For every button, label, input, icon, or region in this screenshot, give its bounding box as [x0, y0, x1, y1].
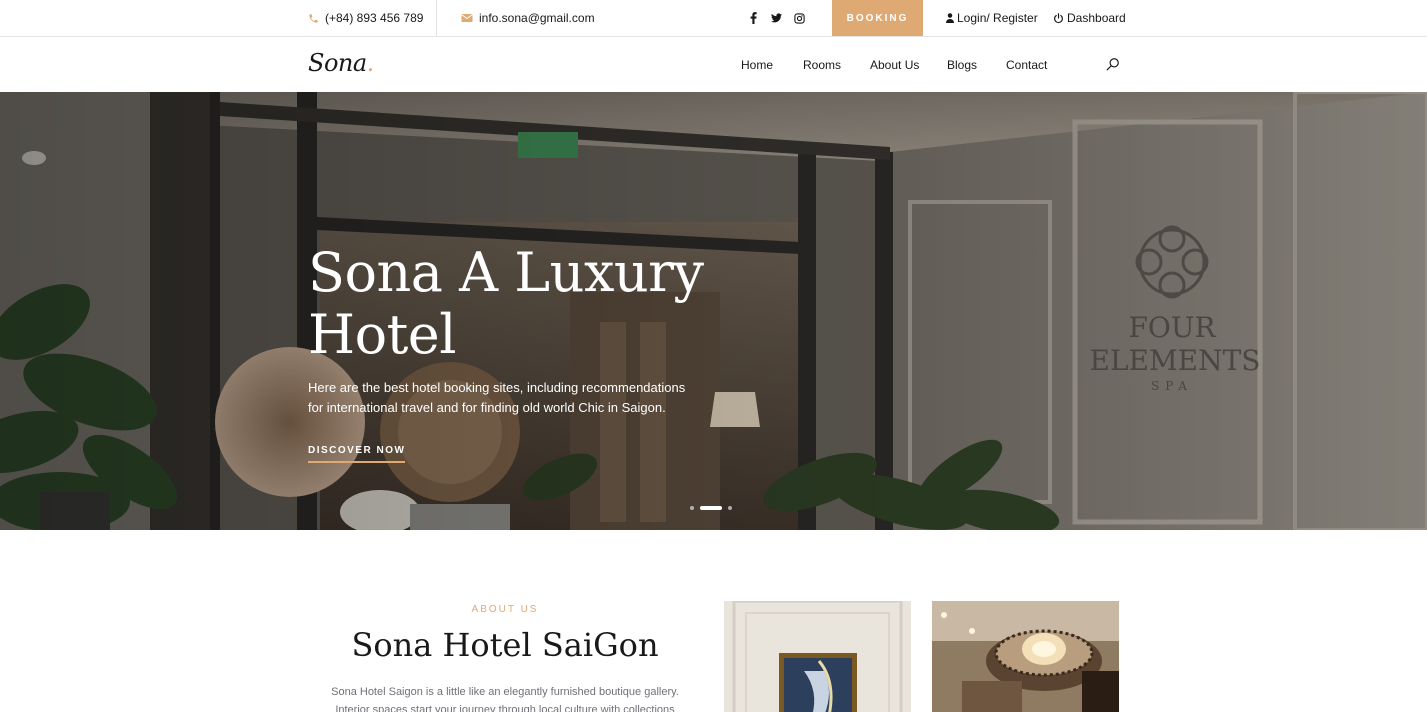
- hero-description: Here are the best hotel booking sites, i…: [308, 380, 686, 415]
- twitter-icon[interactable]: [771, 11, 782, 25]
- nav-contact[interactable]: Contact: [1006, 58, 1047, 72]
- phone-number: (+84) 893 456 789: [325, 11, 424, 25]
- dashboard-label: Dashboard: [1067, 11, 1126, 25]
- about-section: ABOUT US Sona Hotel SaiGon Sona Hotel Sa…: [0, 530, 1427, 712]
- about-label: ABOUT US: [471, 604, 539, 615]
- nav-about-us[interactable]: About Us: [870, 58, 919, 72]
- about-image-gallery: [724, 601, 911, 712]
- user-icon: [946, 13, 954, 23]
- about-title: Sona Hotel SaiGon: [351, 626, 659, 664]
- slider-dot[interactable]: [690, 506, 694, 510]
- hero-slider: FOUR ELEMENTS SPA Sona A Luxury Hotel He…: [0, 92, 1427, 530]
- slider-dot[interactable]: [728, 506, 732, 510]
- power-icon: [1053, 12, 1064, 24]
- instagram-icon[interactable]: [794, 11, 805, 25]
- login-register-link[interactable]: Login/ Register: [946, 0, 1038, 36]
- social-links: [748, 0, 805, 36]
- discover-now-button[interactable]: DISCOVER NOW: [308, 445, 406, 463]
- contact-phone[interactable]: (+84) 893 456 789: [308, 0, 423, 36]
- top-bar: (+84) 893 456 789 info.sona@gmail.com BO…: [0, 0, 1427, 37]
- main-navbar: Sona. Home Rooms About Us Blogs Contact: [0, 37, 1427, 92]
- email-address: info.sona@gmail.com: [479, 11, 595, 25]
- envelope-icon: [461, 13, 473, 23]
- site-logo[interactable]: Sona.: [308, 49, 374, 77]
- nav-home[interactable]: Home: [741, 58, 773, 72]
- logo-text: Sona: [308, 49, 367, 77]
- topbar-divider: [436, 0, 437, 36]
- phone-icon: [308, 13, 319, 24]
- sign-spa: SPA: [1151, 379, 1193, 393]
- slider-dot[interactable]: [700, 506, 722, 510]
- contact-email[interactable]: info.sona@gmail.com: [461, 0, 595, 36]
- nav-blogs[interactable]: Blogs: [947, 58, 977, 72]
- booking-button[interactable]: BOOKING: [832, 0, 923, 36]
- facebook-icon[interactable]: [748, 11, 759, 25]
- search-icon[interactable]: [1106, 57, 1120, 71]
- hero-title: Sona A Luxury Hotel: [308, 241, 704, 366]
- logo-dot: .: [366, 49, 375, 77]
- slider-dots: [690, 506, 732, 510]
- sign-four: FOUR: [1128, 311, 1216, 344]
- dashboard-link[interactable]: Dashboard: [1053, 0, 1126, 36]
- about-text: Sona Hotel Saigon is a little like an el…: [331, 686, 679, 712]
- about-image-staircase: [932, 601, 1119, 712]
- sign-elements: ELEMENTS: [1090, 344, 1261, 377]
- nav-rooms[interactable]: Rooms: [803, 58, 841, 72]
- login-register-label: Login/ Register: [957, 11, 1038, 25]
